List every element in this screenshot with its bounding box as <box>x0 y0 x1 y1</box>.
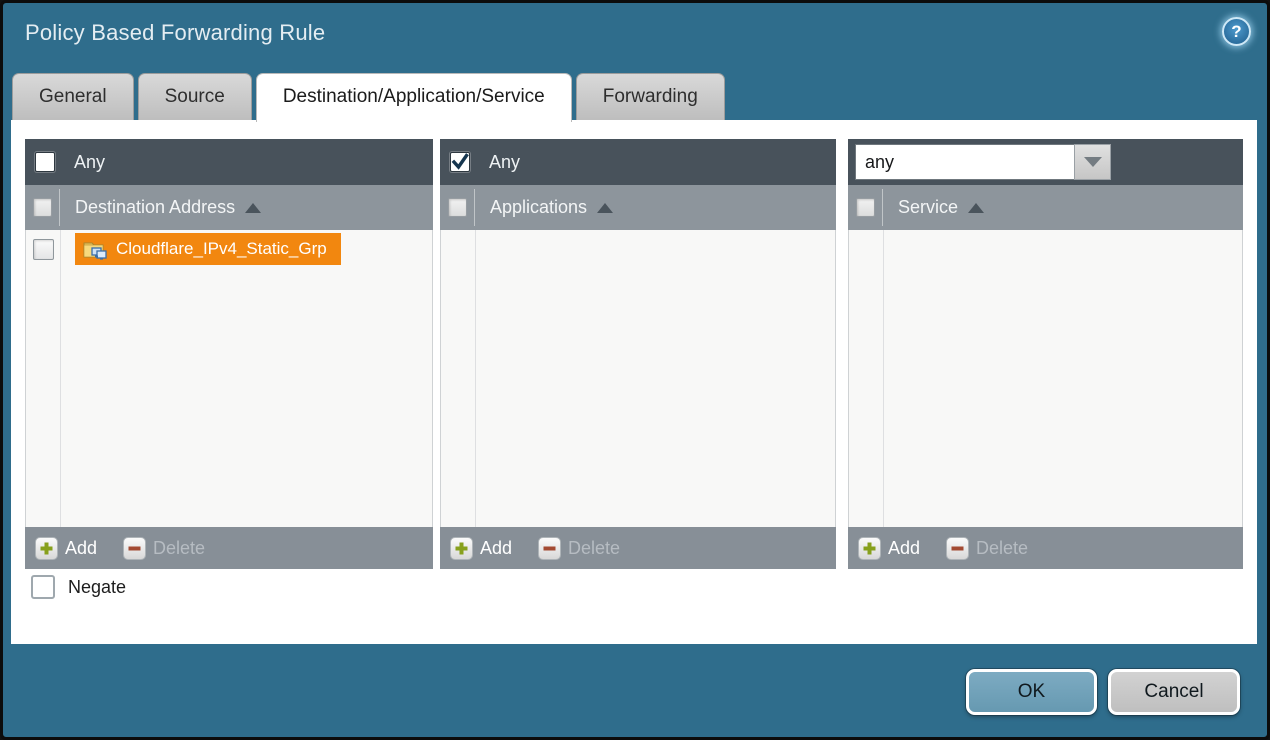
service-add-button[interactable]: Add <box>858 537 920 560</box>
delete-minus-icon <box>946 537 969 560</box>
tab-source[interactable]: Source <box>138 73 252 121</box>
add-plus-icon <box>35 537 58 560</box>
row-checkbox[interactable] <box>33 239 54 260</box>
delete-label: Delete <box>568 538 620 559</box>
tab-content-panel: Any Destination Address <box>11 120 1257 644</box>
dropdown-button[interactable] <box>1074 144 1111 180</box>
tab-general[interactable]: General <box>12 73 134 121</box>
applications-select-all-checkbox <box>448 198 467 217</box>
table-row[interactable]: Cloudflare_IPv4_Static_Grp <box>26 230 432 268</box>
add-plus-icon <box>450 537 473 560</box>
destination-any-bar: Any <box>25 139 433 185</box>
delete-label: Delete <box>976 538 1028 559</box>
destination-column-header[interactable]: Destination Address <box>25 185 433 230</box>
help-icon[interactable]: ? <box>1222 17 1251 46</box>
destination-address-column: Any Destination Address <box>25 139 433 569</box>
tab-forwarding[interactable]: Forwarding <box>576 73 725 121</box>
add-label: Add <box>65 538 97 559</box>
negate-label: Negate <box>68 577 126 598</box>
dialog-title: Policy Based Forwarding Rule <box>25 20 325 46</box>
destination-address-item[interactable]: Cloudflare_IPv4_Static_Grp <box>75 233 341 265</box>
tab-destination-application-service[interactable]: Destination/Application/Service <box>256 73 572 122</box>
policy-based-forwarding-rule-dialog: Policy Based Forwarding Rule ? General S… <box>0 0 1270 740</box>
applications-header-label: Applications <box>490 197 587 218</box>
service-column: any Service Add <box>848 139 1243 569</box>
check-mark-icon <box>451 153 469 171</box>
cancel-button[interactable]: Cancel <box>1108 669 1240 715</box>
negate-checkbox[interactable] <box>31 575 55 599</box>
service-select-all-checkbox <box>856 198 875 217</box>
chevron-down-icon <box>1084 157 1102 167</box>
applications-any-bar: Any <box>440 139 836 185</box>
service-list <box>848 230 1243 527</box>
applications-list <box>440 230 836 527</box>
ok-button[interactable]: OK <box>966 669 1097 715</box>
delete-minus-icon <box>538 537 561 560</box>
negate-option: Negate <box>31 575 126 599</box>
service-mode-dropdown[interactable]: any <box>855 144 1111 180</box>
destination-list: Cloudflare_IPv4_Static_Grp <box>25 230 433 527</box>
destination-address-name: Cloudflare_IPv4_Static_Grp <box>116 239 327 259</box>
destination-toolbar: Add Delete <box>25 527 433 569</box>
destination-delete-button[interactable]: Delete <box>123 537 205 560</box>
tab-bar: General Source Destination/Application/S… <box>12 73 725 121</box>
sort-ascending-icon <box>968 203 984 213</box>
destination-header-label: Destination Address <box>75 197 235 218</box>
applications-add-button[interactable]: Add <box>450 537 512 560</box>
service-header-label: Service <box>898 197 958 218</box>
service-any-bar: any <box>848 139 1243 185</box>
delete-label: Delete <box>153 538 205 559</box>
add-label: Add <box>888 538 920 559</box>
destination-any-label: Any <box>74 152 105 173</box>
applications-column-header[interactable]: Applications <box>440 185 836 230</box>
sort-ascending-icon <box>245 203 261 213</box>
service-delete-button[interactable]: Delete <box>946 537 1028 560</box>
applications-toolbar: Add Delete <box>440 527 836 569</box>
destination-add-button[interactable]: Add <box>35 537 97 560</box>
applications-column: Any Applications Add D <box>440 139 836 569</box>
delete-minus-icon <box>123 537 146 560</box>
add-label: Add <box>480 538 512 559</box>
service-mode-value[interactable]: any <box>855 144 1074 180</box>
applications-any-label: Any <box>489 152 520 173</box>
service-column-header[interactable]: Service <box>848 185 1243 230</box>
applications-any-checkbox[interactable] <box>450 152 470 172</box>
applications-delete-button[interactable]: Delete <box>538 537 620 560</box>
service-toolbar: Add Delete <box>848 527 1243 569</box>
destination-select-all-checkbox <box>33 198 52 217</box>
sort-ascending-icon <box>597 203 613 213</box>
destination-any-checkbox[interactable] <box>35 152 55 172</box>
address-group-icon <box>83 239 108 260</box>
add-plus-icon <box>858 537 881 560</box>
